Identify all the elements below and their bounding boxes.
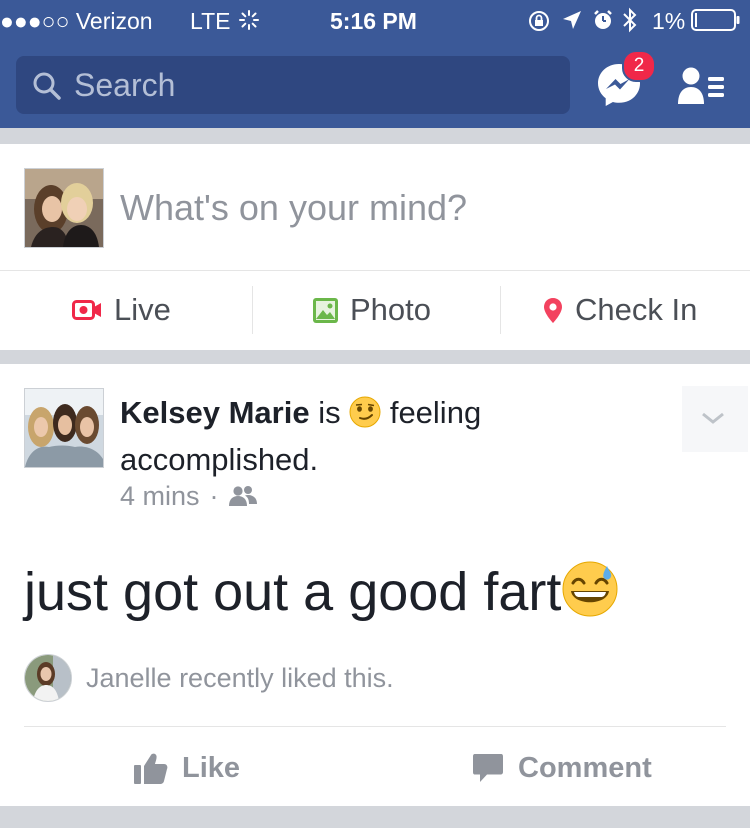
check-in-label: Check In xyxy=(575,292,698,327)
comment-label: Comment xyxy=(518,751,652,784)
liker-avatar[interactable] xyxy=(24,654,72,702)
post-timestamp[interactable]: 4 mins xyxy=(120,480,200,512)
search-input[interactable]: Search xyxy=(16,56,570,114)
post-text: just got out a good fart xyxy=(24,562,562,622)
comment-bubble-icon xyxy=(472,752,504,784)
chevron-down-icon xyxy=(702,412,724,424)
smirk-emoji-icon xyxy=(349,396,381,439)
feed-post: Kelsey Marie is feeling accomplished. 4 … xyxy=(0,364,750,806)
live-label: Live xyxy=(114,292,171,327)
photo-button[interactable]: Photo xyxy=(313,286,431,334)
friends-icon xyxy=(228,485,257,507)
friend-requests-icon xyxy=(678,67,724,104)
search-icon xyxy=(32,71,62,106)
live-button[interactable]: Live xyxy=(72,286,171,334)
post-verb: is xyxy=(318,395,341,430)
live-video-icon xyxy=(72,299,102,321)
carrier-label: ●●●○○ Verizon xyxy=(0,8,153,34)
action-separator xyxy=(252,286,253,334)
top-navigation-bar: Search 2 xyxy=(0,40,750,128)
action-separator xyxy=(500,286,501,334)
search-placeholder: Search xyxy=(74,67,176,103)
rotation-lock-icon xyxy=(527,9,551,39)
thumbs-up-icon xyxy=(134,752,168,784)
clock: 5:16 PM xyxy=(330,8,417,34)
whats-on-your-mind-input[interactable]: What's on your mind? xyxy=(120,188,467,228)
sweat-smile-emoji-icon xyxy=(561,560,619,631)
bluetooth-icon xyxy=(622,7,638,39)
photo-icon xyxy=(313,297,338,323)
messenger-notification-badge: 2 xyxy=(622,50,656,82)
author-name[interactable]: Kelsey Marie xyxy=(120,395,310,430)
alarm-icon xyxy=(592,9,614,37)
liked-by-text[interactable]: Janelle recently liked this. xyxy=(86,662,394,694)
post-body: just got out a good fart xyxy=(24,560,619,631)
loading-spinner-icon xyxy=(238,9,260,37)
like-label: Like xyxy=(182,751,241,784)
location-pin-icon xyxy=(543,297,563,324)
like-button[interactable]: Like xyxy=(134,746,240,790)
author-avatar[interactable] xyxy=(24,388,104,468)
photo-label: Photo xyxy=(350,292,432,327)
battery-percent: 1% xyxy=(652,8,686,34)
location-arrow-icon xyxy=(561,9,583,37)
friend-requests-button[interactable] xyxy=(676,66,726,111)
status-composer: What's on your mind? Live Photo Check In xyxy=(0,144,750,350)
post-header-text: Kelsey Marie is feeling accomplished. xyxy=(120,392,540,481)
network-label: LTE xyxy=(190,8,231,34)
battery-icon xyxy=(691,9,741,37)
comment-button[interactable]: Comment xyxy=(472,746,652,790)
user-avatar[interactable] xyxy=(24,168,104,248)
post-meta: 4 mins · xyxy=(120,480,257,512)
meta-separator: · xyxy=(209,481,219,511)
check-in-button[interactable]: Check In xyxy=(543,286,697,334)
post-footer-divider xyxy=(24,726,726,727)
status-bar: ●●●○○ Verizon LTE 5:16 PM 1% xyxy=(0,0,750,40)
composer-divider xyxy=(0,270,750,271)
post-options-button[interactable] xyxy=(682,386,748,452)
